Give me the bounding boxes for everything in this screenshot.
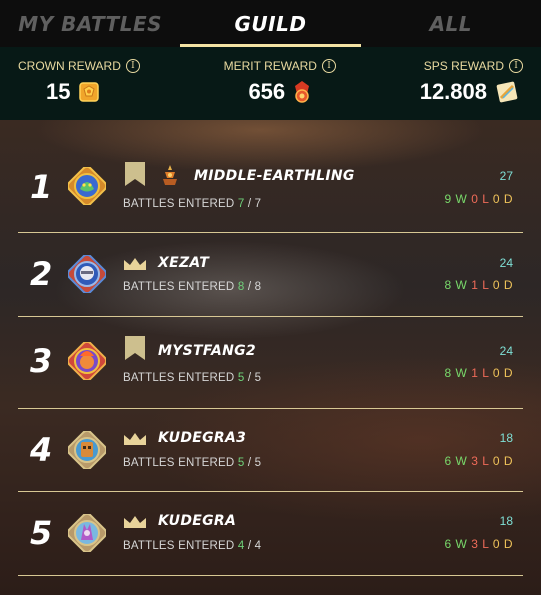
avatar [68, 431, 106, 469]
rank-number: 2 [30, 255, 53, 293]
battles-entered-count: 5 [237, 457, 245, 469]
score: 27 [499, 169, 513, 183]
tab-my-battles[interactable]: MY BATTLES [0, 0, 180, 47]
wins: 6 W [444, 454, 468, 468]
info-icon[interactable]: i [125, 59, 140, 73]
avatar [68, 514, 106, 552]
battles-entered: BATTLES ENTERED 8 / 8 [123, 281, 262, 293]
losses: 0 L [471, 192, 489, 206]
player-name[interactable]: XEZAT [158, 255, 209, 271]
wins: 8 W [444, 366, 468, 380]
losses: 3 L [471, 537, 489, 551]
battles-entered-total: 8 [254, 281, 262, 293]
win-loss-record: 9 W 0 L 0 D [445, 192, 513, 206]
win-loss-record: 8 W 1 L 0 D [445, 366, 513, 380]
draws: 0 D [492, 278, 513, 292]
leaderboard-row[interactable]: 1 MIDDLE-EARTHLING BATTLES ENTERED 7 / 7… [18, 120, 523, 233]
sps-reward: SPS REWARD i 12.808 [420, 47, 523, 120]
rank-number: 1 [30, 168, 53, 206]
avatar [68, 255, 106, 293]
tab-guild[interactable]: GUILD [180, 0, 361, 47]
losses: 1 L [471, 366, 489, 380]
leaderboard-row[interactable]: 5 KUDEGRA BATTLES ENTERED 4 / 4 18 6 W 3… [18, 492, 523, 576]
battles-entered-total: 4 [254, 540, 262, 552]
info-icon[interactable]: i [321, 59, 336, 73]
score: 24 [499, 344, 513, 358]
merit-token-icon [295, 81, 310, 103]
battles-entered-total: 5 [254, 372, 262, 384]
rank-number: 3 [30, 342, 53, 380]
battles-entered: BATTLES ENTERED 7 / 7 [123, 198, 262, 210]
draws: 0 D [492, 192, 513, 206]
avatar [68, 342, 106, 380]
bookmark-banner-icon [125, 336, 145, 360]
battles-entered-label: BATTLES ENTERED [123, 540, 235, 552]
score: 24 [499, 256, 513, 270]
info-icon[interactable]: i [509, 59, 523, 73]
crown-token-icon [79, 82, 100, 102]
win-loss-record: 6 W 3 L 0 D [445, 454, 513, 468]
rewards-bar: CROWN REWARD i 15 MERIT REWARD i 656 [0, 47, 541, 120]
battles-entered: BATTLES ENTERED 5 / 5 [123, 457, 262, 469]
sps-token-icon [496, 81, 518, 103]
leaderboard-row[interactable]: 4 KUDEGRA3 BATTLES ENTERED 5 / 5 18 6 W … [18, 409, 523, 492]
guild-rank-icon [163, 165, 177, 185]
battles-entered-count: 7 [237, 198, 245, 210]
crown-reward: CROWN REWARD i 15 [18, 47, 140, 120]
win-loss-record: 8 W 1 L 0 D [445, 278, 513, 292]
player-name[interactable]: KUDEGRA [158, 513, 236, 529]
losses: 3 L [471, 454, 489, 468]
battles-entered-total: 7 [254, 198, 262, 210]
crown-icon [124, 258, 146, 270]
leaderboard-row[interactable]: 2 XEZAT BATTLES ENTERED 8 / 8 24 8 W 1 L… [18, 233, 523, 317]
battles-entered: BATTLES ENTERED 5 / 5 [123, 372, 262, 384]
merit-reward: MERIT REWARD i 656 [224, 47, 336, 120]
merit-reward-label: MERIT REWARD [223, 59, 317, 73]
battles-entered-label: BATTLES ENTERED [123, 372, 235, 384]
tab-all[interactable]: ALL [361, 0, 541, 47]
score: 18 [499, 514, 513, 528]
rank-number: 5 [30, 514, 53, 552]
sps-reward-label: SPS REWARD [423, 59, 504, 73]
battles-entered-count: 8 [237, 281, 245, 293]
battles-entered-count: 5 [237, 372, 245, 384]
battles-entered-label: BATTLES ENTERED [123, 198, 235, 210]
crown-icon [124, 516, 146, 528]
sps-reward-value: 12.808 [419, 79, 487, 104]
battles-entered-label: BATTLES ENTERED [123, 281, 235, 293]
wins: 8 W [444, 278, 468, 292]
player-name[interactable]: MIDDLE-EARTHLING [194, 168, 355, 184]
rank-number: 4 [30, 431, 53, 469]
battles-entered: BATTLES ENTERED 4 / 4 [123, 540, 262, 552]
row-divider [18, 575, 523, 576]
leaderboard-row[interactable]: 3 MYSTFANG2 BATTLES ENTERED 5 / 5 24 8 W… [18, 317, 523, 409]
win-loss-record: 6 W 3 L 0 D [445, 537, 513, 551]
score: 18 [499, 431, 513, 445]
losses: 1 L [471, 278, 489, 292]
draws: 0 D [492, 537, 513, 551]
guild-leaderboard: 1 MIDDLE-EARTHLING BATTLES ENTERED 7 / 7… [0, 120, 541, 595]
draws: 0 D [492, 454, 513, 468]
crown-icon [124, 433, 146, 445]
battles-entered-count: 4 [237, 540, 245, 552]
battles-entered-total: 5 [254, 457, 262, 469]
avatar [68, 167, 106, 205]
wins: 6 W [444, 537, 468, 551]
tab-bar: MY BATTLES GUILD ALL [0, 0, 541, 47]
bookmark-banner-icon [125, 162, 145, 186]
battles-entered-label: BATTLES ENTERED [123, 457, 235, 469]
player-name[interactable]: MYSTFANG2 [158, 343, 256, 359]
player-name[interactable]: KUDEGRA3 [158, 430, 246, 446]
crown-reward-value: 15 [46, 79, 71, 104]
draws: 0 D [492, 366, 513, 380]
crown-reward-label: CROWN REWARD [18, 59, 121, 73]
wins: 9 W [444, 192, 468, 206]
merit-reward-value: 656 [248, 79, 286, 104]
